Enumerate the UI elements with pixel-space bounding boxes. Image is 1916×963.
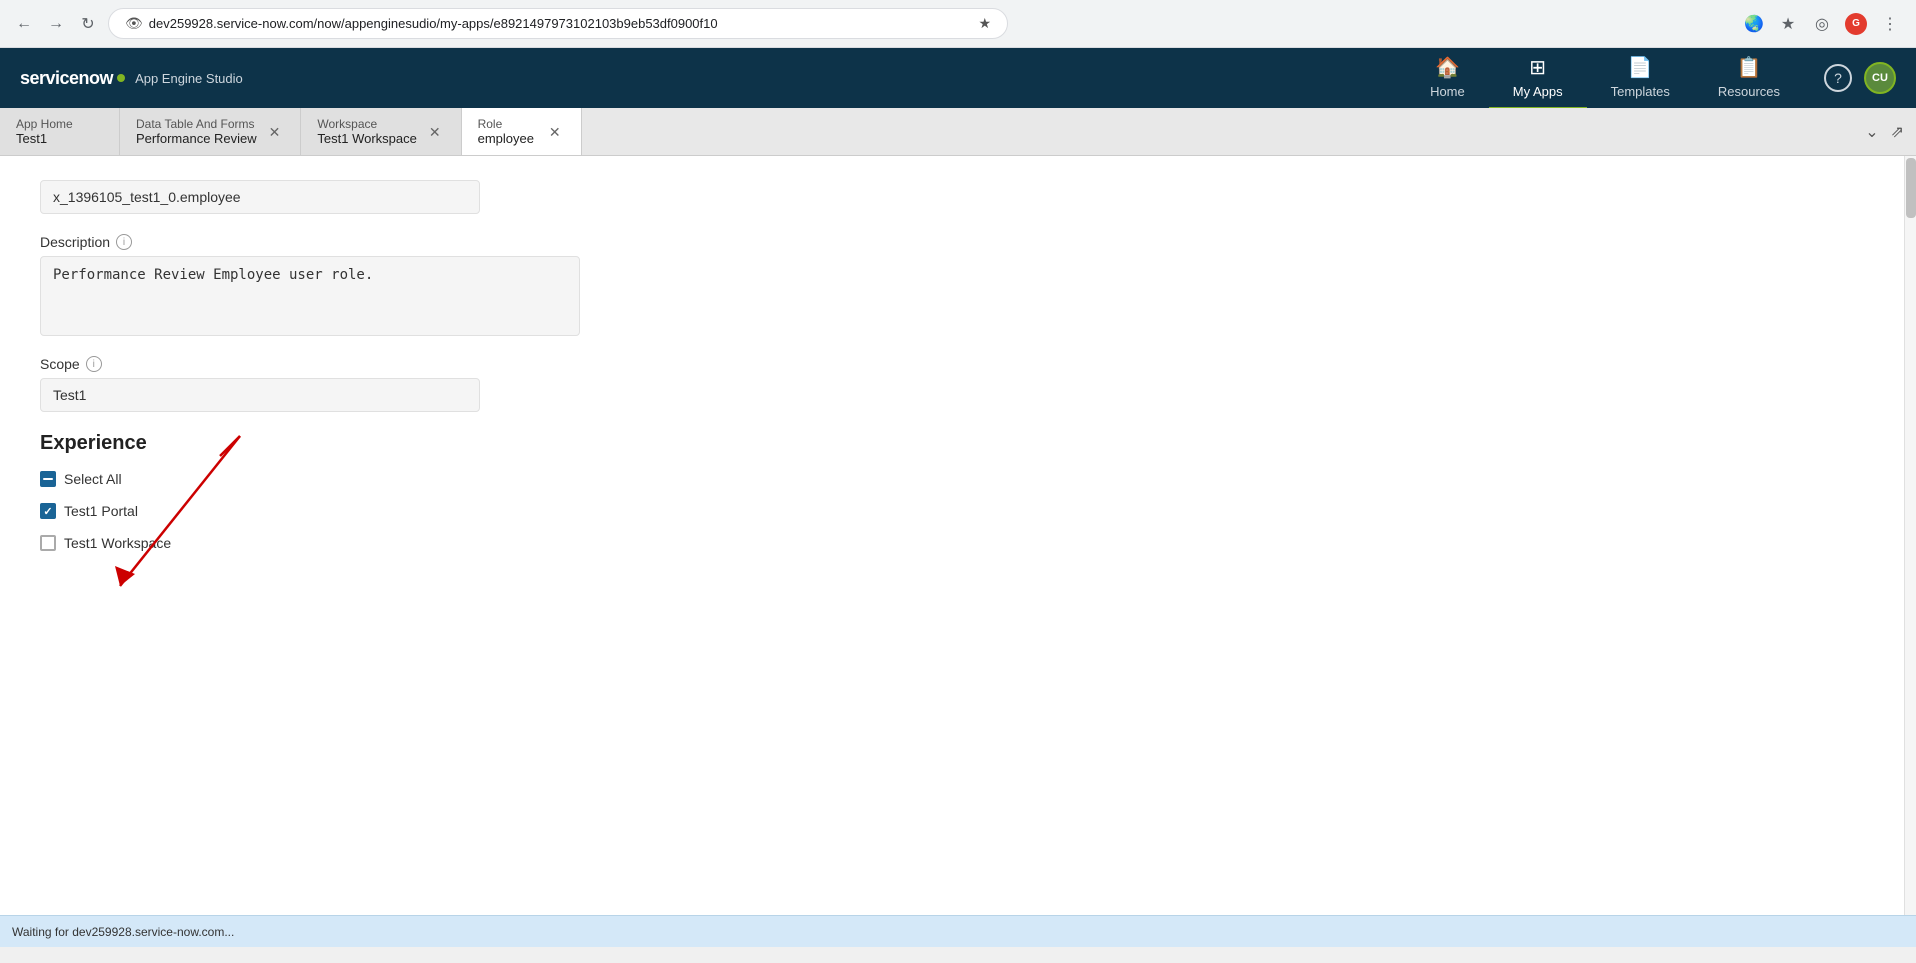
test1-workspace-label: Test1 Workspace [64,535,171,551]
description-label-text: Description [40,234,110,250]
translate-button[interactable]: 🌏 [1740,10,1768,38]
scope-field-group: Scope i Test1 [40,356,1876,412]
tabs-expand-button[interactable]: ⇗ [1887,118,1908,146]
description-info-icon: i [116,234,132,250]
tab-app-home-subtitle: Test1 [16,131,103,146]
nav-home[interactable]: 🏠 Home [1406,47,1489,110]
back-button[interactable]: ← [12,12,36,36]
tab-role[interactable]: Role employee ✕ [462,108,582,155]
logo-dot [117,74,125,82]
reload-button[interactable]: ↻ [76,12,100,36]
tab-app-home-text: App Home Test1 [16,117,103,146]
tab-data-table-inner: Data Table And Forms Performance Review … [136,117,284,146]
logo-area: servicenow App Engine Studio [20,68,243,89]
nav-home-label: Home [1430,84,1465,99]
tabs-overflow-button[interactable]: ⌄ [1861,118,1882,146]
menu-button[interactable]: ⋮ [1876,10,1904,38]
name-field-group: x_1396105_test1_0.employee [40,180,1876,214]
status-bar: Waiting for dev259928.service-now.com... [0,915,1916,947]
description-label: Description i [40,234,1876,250]
tab-workspace-inner: Workspace Test1 Workspace ✕ [317,117,444,146]
my-apps-icon: ⊞ [1529,55,1546,80]
bookmark-button[interactable]: ★ [1774,10,1802,38]
main-nav: 🏠 Home ⊞ My Apps 📄 Templates 📋 Resources [1406,47,1804,110]
nav-resources-label: Resources [1718,84,1780,99]
templates-icon: 📄 [1628,55,1653,80]
checkbox-test1-workspace[interactable]: Test1 Workspace [40,535,1876,551]
tab-workspace-text: Workspace Test1 Workspace [317,117,416,146]
help-button[interactable]: ? [1824,64,1852,92]
app-header: servicenow App Engine Studio 🏠 Home ⊞ My… [0,48,1916,108]
tab-role-inner: Role employee ✕ [478,117,565,146]
main-content: x_1396105_test1_0.employee Description i… [0,156,1916,915]
tab-data-table-subtitle: Performance Review [136,131,257,146]
address-bar[interactable]: 👁 dev259928.service-now.com/now/appengin… [108,8,1008,39]
extensions-button[interactable]: ◎ [1808,10,1836,38]
name-field-value[interactable]: x_1396105_test1_0.employee [40,180,480,214]
tab-bar: App Home Test1 Data Table And Forms Perf… [0,108,1916,156]
scope-label: Scope i [40,356,1876,372]
select-all-checkbox-icon[interactable] [40,471,56,487]
description-field-group: Description i Performance Review Employe… [40,234,1876,336]
forward-button[interactable]: → [44,12,68,36]
tab-app-home-inner: App Home Test1 [16,117,103,146]
tab-workspace-title: Workspace [317,117,416,131]
test1-portal-checkbox-icon[interactable] [40,503,56,519]
header-right: ? CU [1824,62,1896,94]
nav-templates[interactable]: 📄 Templates [1587,47,1694,110]
tab-role-subtitle: employee [478,131,537,146]
tab-data-table-text: Data Table And Forms Performance Review [136,117,257,146]
avatar[interactable]: CU [1864,62,1896,94]
tab-role-title: Role [478,117,537,131]
test1-workspace-checkbox-icon[interactable] [40,535,56,551]
browser-bar: ← → ↻ 👁 dev259928.service-now.com/now/ap… [0,0,1916,48]
tab-role-text: Role employee [478,117,537,146]
scrollbar-thumb[interactable] [1906,158,1916,218]
tab-app-home-title: App Home [16,117,103,131]
logo-text: servicenow [20,68,113,89]
scope-field-value[interactable]: Test1 [40,378,480,412]
tab-workspace[interactable]: Workspace Test1 Workspace ✕ [301,108,461,155]
status-text: Waiting for dev259928.service-now.com... [12,925,234,939]
resources-icon: 📋 [1736,55,1761,80]
select-all-label: Select All [64,471,122,487]
tab-bar-controls: ⌄ ⇗ [1853,108,1916,155]
browser-actions: 🌏 ★ ◎ G ⋮ [1740,10,1904,38]
app-engine-studio-label: App Engine Studio [135,71,243,86]
tab-workspace-close[interactable]: ✕ [425,123,445,141]
home-icon: 🏠 [1435,55,1460,80]
nav-resources[interactable]: 📋 Resources [1694,47,1804,110]
description-textarea[interactable]: Performance Review Employee user role. [40,256,580,336]
tab-data-table-close[interactable]: ✕ [265,123,285,141]
nav-my-apps[interactable]: ⊞ My Apps [1489,47,1587,110]
servicenow-logo: servicenow [20,68,125,89]
tab-data-table-title: Data Table And Forms [136,117,257,131]
scrollbar-track[interactable] [1904,156,1916,915]
checkbox-test1-portal[interactable]: Test1 Portal [40,503,1876,519]
tab-app-home[interactable]: App Home Test1 [0,108,120,155]
tab-role-close[interactable]: ✕ [545,123,565,141]
tab-workspace-subtitle: Test1 Workspace [317,131,416,146]
nav-templates-label: Templates [1611,84,1670,99]
nav-my-apps-label: My Apps [1513,84,1563,99]
scope-label-text: Scope [40,356,80,372]
url-text: dev259928.service-now.com/now/appengines… [149,16,973,31]
profile-button[interactable]: G [1842,10,1870,38]
tab-data-table[interactable]: Data Table And Forms Performance Review … [120,108,301,155]
test1-portal-label: Test1 Portal [64,503,138,519]
checkbox-select-all[interactable]: Select All [40,471,1876,487]
experience-section-title: Experience [40,432,1876,455]
scope-info-icon: i [86,356,102,372]
